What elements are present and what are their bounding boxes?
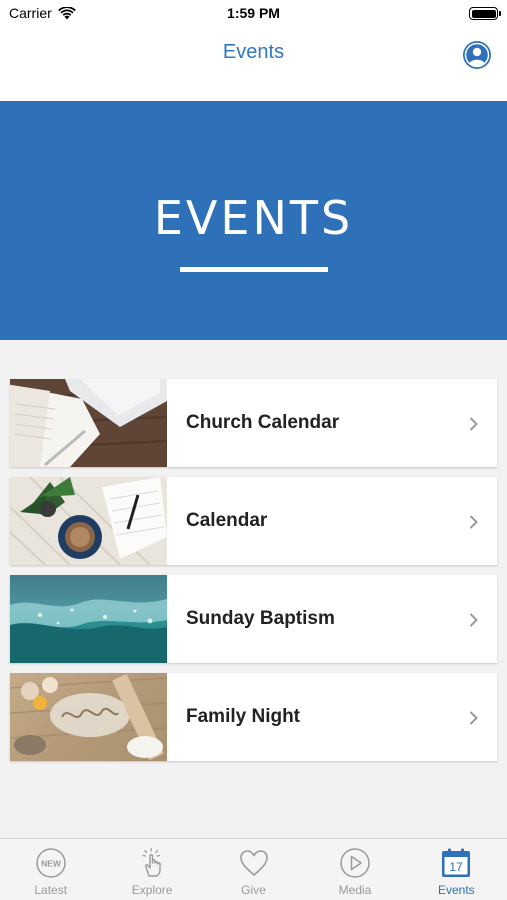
chevron-right-icon [470,515,478,529]
tab-label: Latest [34,883,68,897]
tab-bar: NEW Latest Explore Give Media 17 Events [0,838,507,900]
heart-icon [239,850,268,876]
event-title: Sunday Baptism [186,608,335,629]
event-list: Church Calendar Calendar Sunday Baptism … [10,379,497,771]
tab-give[interactable]: Give [203,839,304,900]
banner-title: EVENTS [153,191,354,245]
user-circle-icon[interactable] [462,40,492,70]
family-flour-baking-photo [10,673,167,761]
page-title: Events [222,41,285,63]
chevron-right-icon [470,613,478,627]
tab-events[interactable]: 17 Events [406,839,507,900]
event-title: Church Calendar [186,412,340,433]
tab-explore[interactable]: Explore [101,839,202,900]
tab-label: Media [338,883,372,897]
tab-label: Explore [131,883,173,897]
status-bar: Carrier 1:59 PM [0,0,507,28]
battery-icon [469,7,501,20]
event-item-church-calendar[interactable]: Church Calendar [10,379,497,467]
banner-underline [180,267,328,272]
event-title: Family Night [186,706,301,727]
tab-label: Give [241,883,266,897]
svg-text:NEW: NEW [41,859,62,869]
tab-label: Events [437,883,475,897]
event-item-family-night[interactable]: Family Night [10,673,497,761]
notebook-on-desk-photo [10,379,167,467]
status-time: 1:59 PM [227,5,280,21]
event-title: Calendar [186,510,268,531]
calendar-icon: 17 [442,848,471,877]
coffee-and-notebook-photo [10,477,167,565]
water-splash-photo [10,575,167,663]
calendar-day: 17 [450,860,464,874]
new-badge-icon: NEW [35,848,66,878]
content-spacer [0,340,507,361]
tab-media[interactable]: Media [304,839,405,900]
event-item-sunday-baptism[interactable]: Sunday Baptism [10,575,497,663]
chevron-right-icon [470,417,478,431]
chevron-right-icon [470,711,478,725]
tab-latest[interactable]: NEW Latest [0,839,101,900]
events-banner: EVENTS [0,101,507,340]
tap-hand-icon [142,847,161,877]
navigation-bar: Events [0,28,507,101]
event-item-calendar[interactable]: Calendar [10,477,497,565]
play-circle-icon [340,848,370,878]
